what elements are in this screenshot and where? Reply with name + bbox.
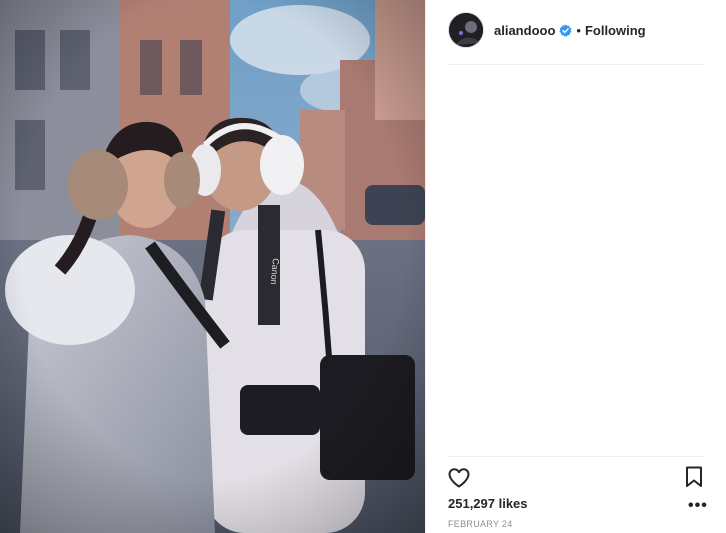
verified-badge-icon [559, 23, 572, 37]
separator-dot: • [576, 22, 581, 38]
heart-icon[interactable] [447, 466, 471, 490]
post-photo[interactable]: Canon [0, 0, 425, 533]
more-options-icon[interactable]: ••• [688, 497, 708, 515]
avatar-image [449, 13, 483, 47]
username-link[interactable]: aliandooo [494, 23, 555, 38]
following-button[interactable]: Following [585, 23, 646, 38]
header-divider [448, 64, 704, 65]
avatar[interactable] [448, 12, 484, 48]
post-date: FEBRUARY 24 [448, 519, 513, 529]
likes-count[interactable]: 251,297 likes [448, 496, 528, 511]
actions-divider [448, 456, 704, 457]
post-header: aliandooo • Following [448, 10, 646, 50]
post-side-panel: aliandooo • Following 251,297 likes ••• … [425, 0, 726, 533]
bookmark-icon[interactable] [684, 466, 704, 488]
photo-scene: Canon [0, 0, 425, 533]
